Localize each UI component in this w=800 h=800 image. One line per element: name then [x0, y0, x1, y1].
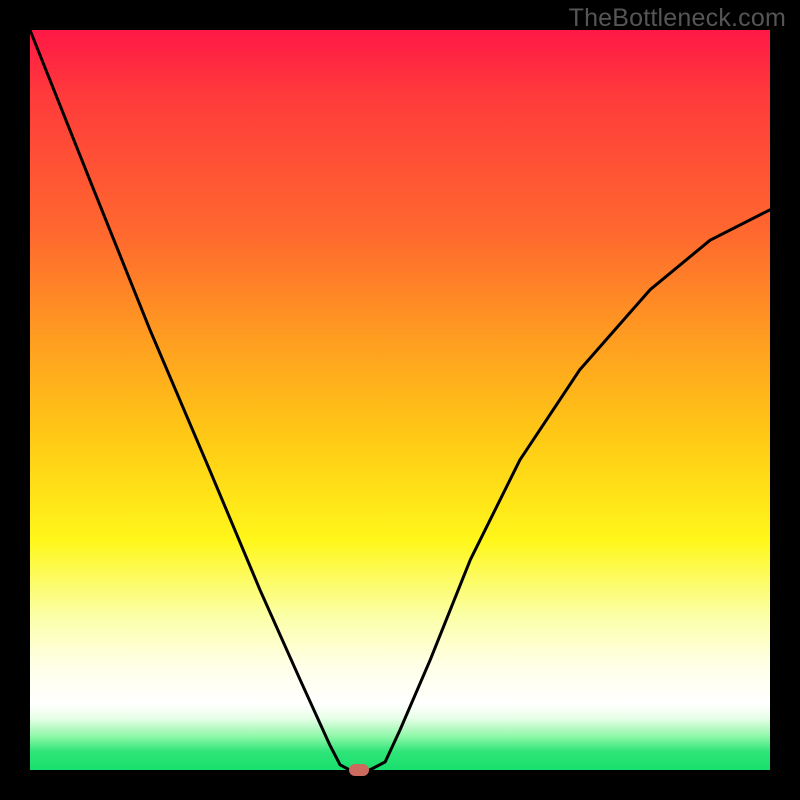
- minimum-marker: [349, 764, 369, 776]
- watermark-text: TheBottleneck.com: [569, 4, 786, 33]
- bottleneck-curve: [30, 30, 770, 770]
- curve-path: [30, 30, 770, 770]
- chart-frame: TheBottleneck.com: [0, 0, 800, 800]
- plot-area: [30, 30, 770, 770]
